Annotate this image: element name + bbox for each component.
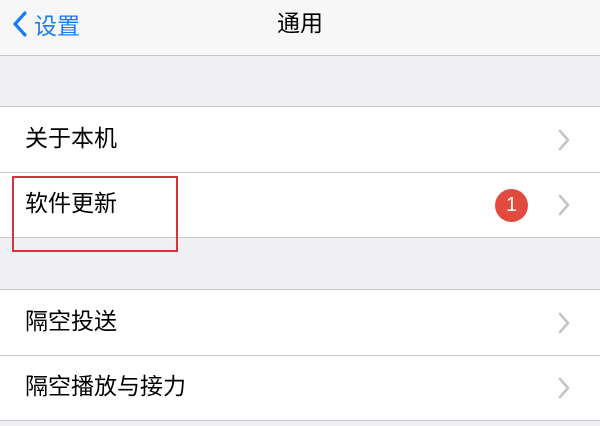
row-about[interactable]: 关于本机 [0,107,600,172]
update-count-badge: 1 [495,189,528,222]
row-airdrop-label: 隔空投送 [25,309,117,335]
row-about-label: 关于本机 [25,126,117,152]
chevron-right-icon [558,377,570,399]
navigation-bar: 设置 通用 [0,0,600,56]
settings-group-2: 隔空投送 隔空播放与接力 [0,289,600,421]
row-software-update[interactable]: 软件更新 1 [0,172,600,237]
chevron-right-icon [558,194,570,216]
chevron-right-icon [558,129,570,151]
chevron-right-icon [558,312,570,334]
row-airplay-handoff-label: 隔空播放与接力 [25,374,186,400]
page-title: 通用 [277,11,323,37]
row-software-update-label: 软件更新 [25,191,117,217]
settings-group-1: 关于本机 软件更新 1 [0,106,600,238]
row-airplay-handoff[interactable]: 隔空播放与接力 [0,355,600,420]
row-airdrop[interactable]: 隔空投送 [0,290,600,355]
